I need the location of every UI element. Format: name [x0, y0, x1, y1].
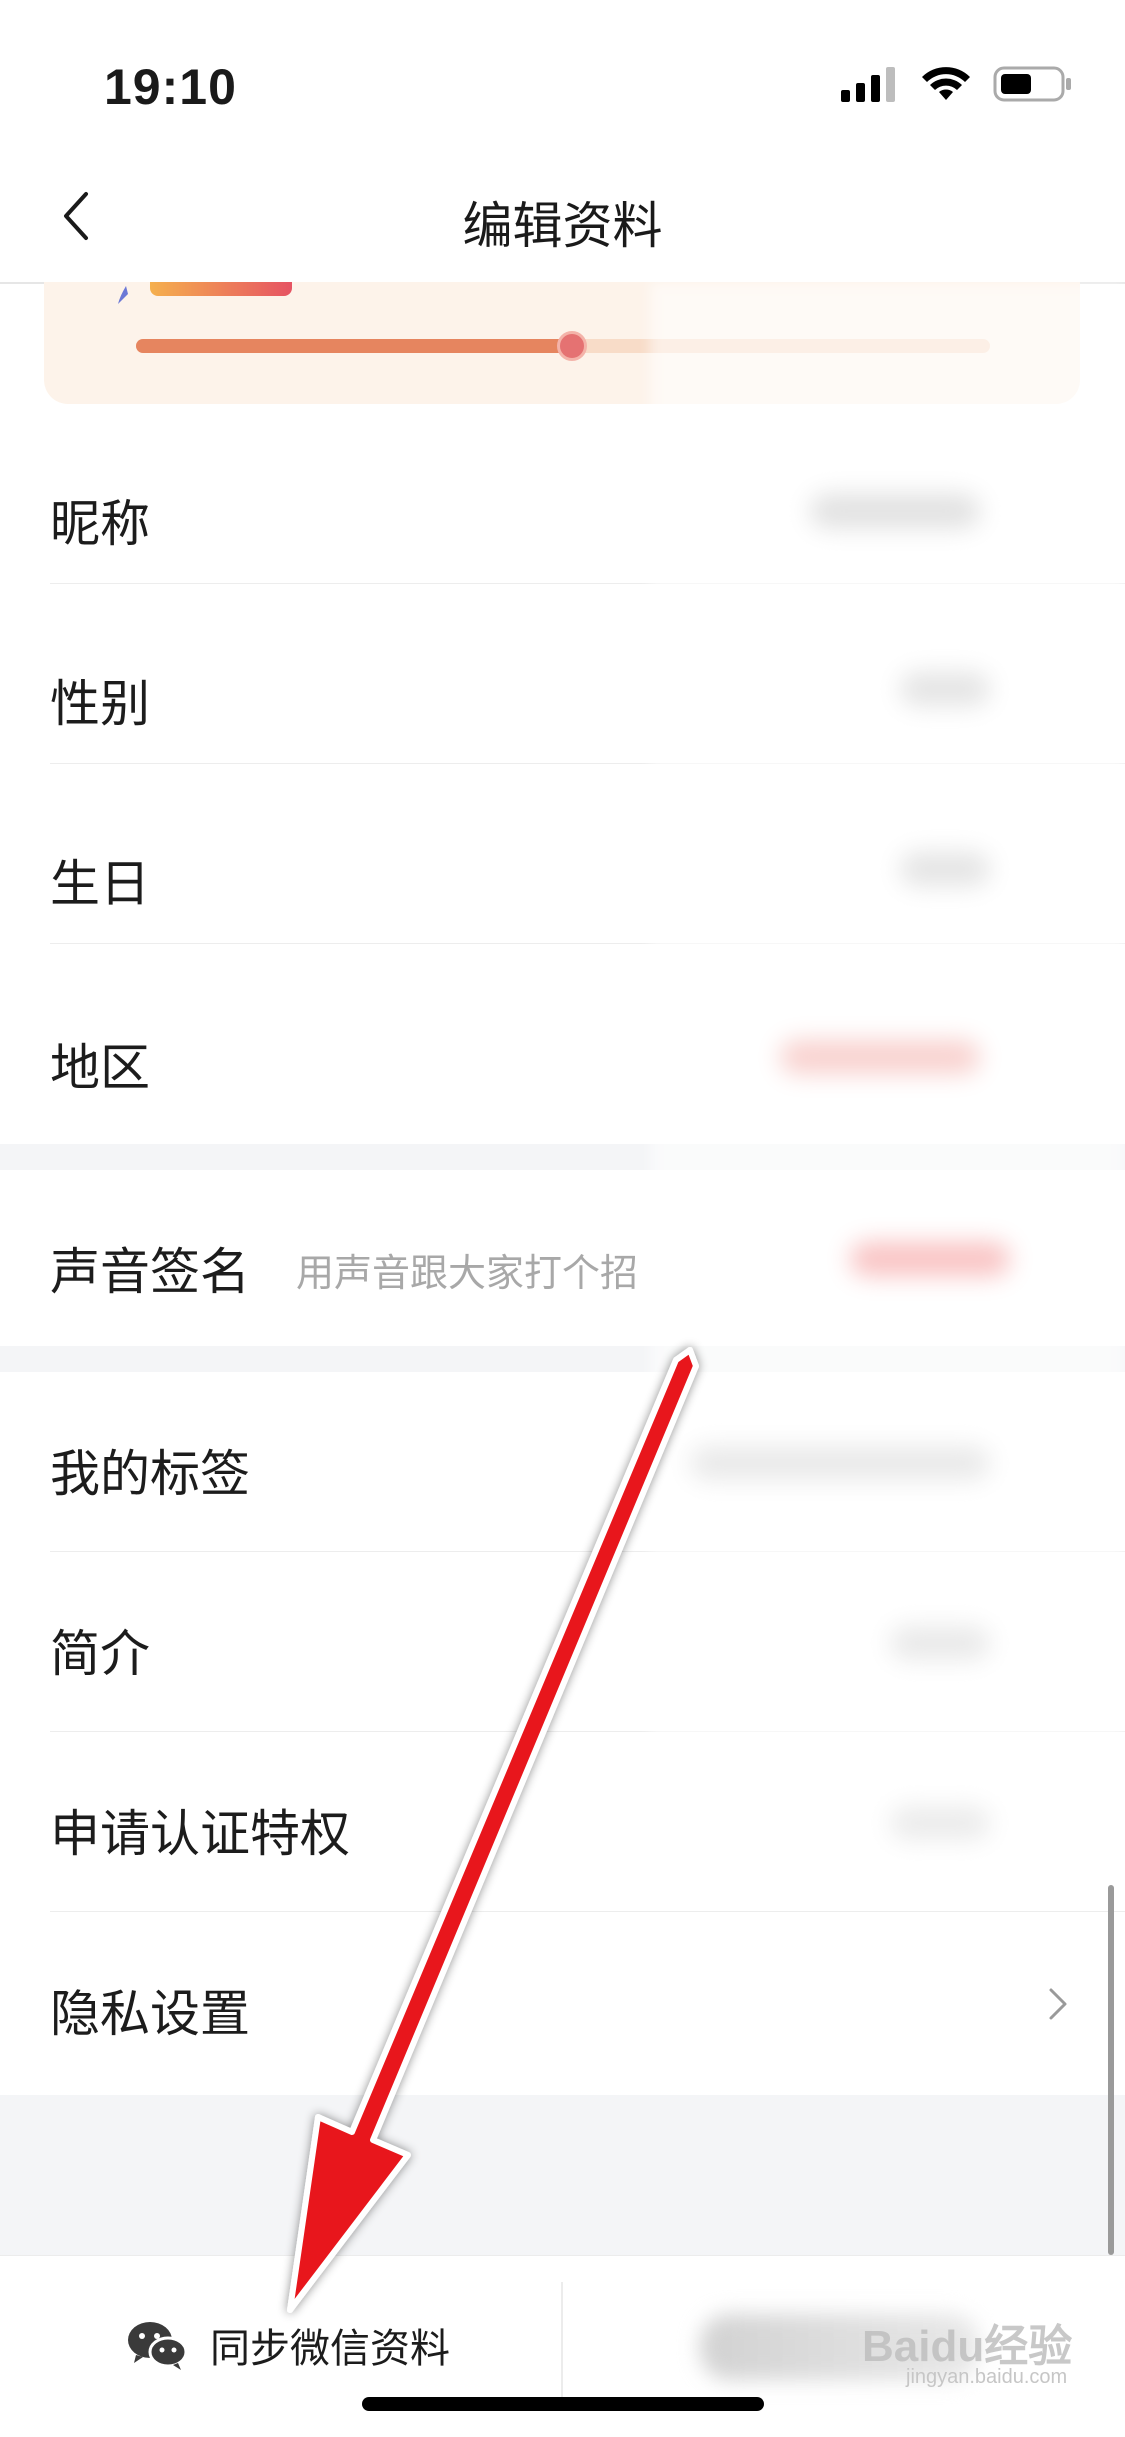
- watermark-logo: Baidu经验: [862, 2322, 1073, 2371]
- watermark-url: jingyan.baidu.com: [906, 2366, 1068, 2388]
- row-label: 隐私设置: [50, 1986, 250, 2042]
- row-label: 地区: [50, 1040, 150, 1096]
- completion-banner-graphic: [150, 282, 292, 296]
- sync-wechat-label: 同步微信资料: [210, 2327, 450, 2371]
- content-bottom-area: [0, 2095, 1125, 2255]
- wifi-icon: [922, 67, 970, 100]
- chevron-right-icon: [1049, 1988, 1067, 2020]
- home-indicator: [362, 2397, 764, 2411]
- battery-icon: [993, 66, 1071, 102]
- bottom-divider: [561, 2282, 563, 2402]
- blurred-overlay: [650, 282, 1125, 1882]
- cellular-signal-icon: [841, 67, 895, 102]
- page-title: 编辑资料: [462, 198, 663, 254]
- completion-text-cutoff: [356, 282, 365, 287]
- row-label: 简介: [50, 1626, 150, 1682]
- scroll-indicator: [1108, 1885, 1114, 2255]
- row-label: 声音签名: [50, 1244, 250, 1300]
- row-label: 性别: [50, 676, 150, 732]
- status-bar: 19:10: [0, 0, 1125, 150]
- row-label: 我的标签: [50, 1446, 250, 1502]
- sync-wechat-button[interactable]: 同步微信资料: [126, 2316, 450, 2374]
- row-label: 昵称: [50, 496, 150, 552]
- nav-bar: 编辑资料: [0, 150, 1125, 284]
- completion-progress-knob: [556, 331, 587, 361]
- row-label: 生日: [50, 856, 150, 912]
- system-icons: [841, 64, 1073, 104]
- row-privacy-settings[interactable]: 隐私设置: [0, 1912, 1125, 2095]
- wechat-icon: [128, 2322, 188, 2370]
- voice-signature-placeholder: 用声音跟大家打个招: [296, 1253, 639, 1295]
- status-time: 19:10: [104, 59, 237, 115]
- row-label: 申请认证特权: [50, 1806, 350, 1862]
- completion-progress-fill: [136, 339, 572, 353]
- sparkle-icon: [118, 286, 128, 304]
